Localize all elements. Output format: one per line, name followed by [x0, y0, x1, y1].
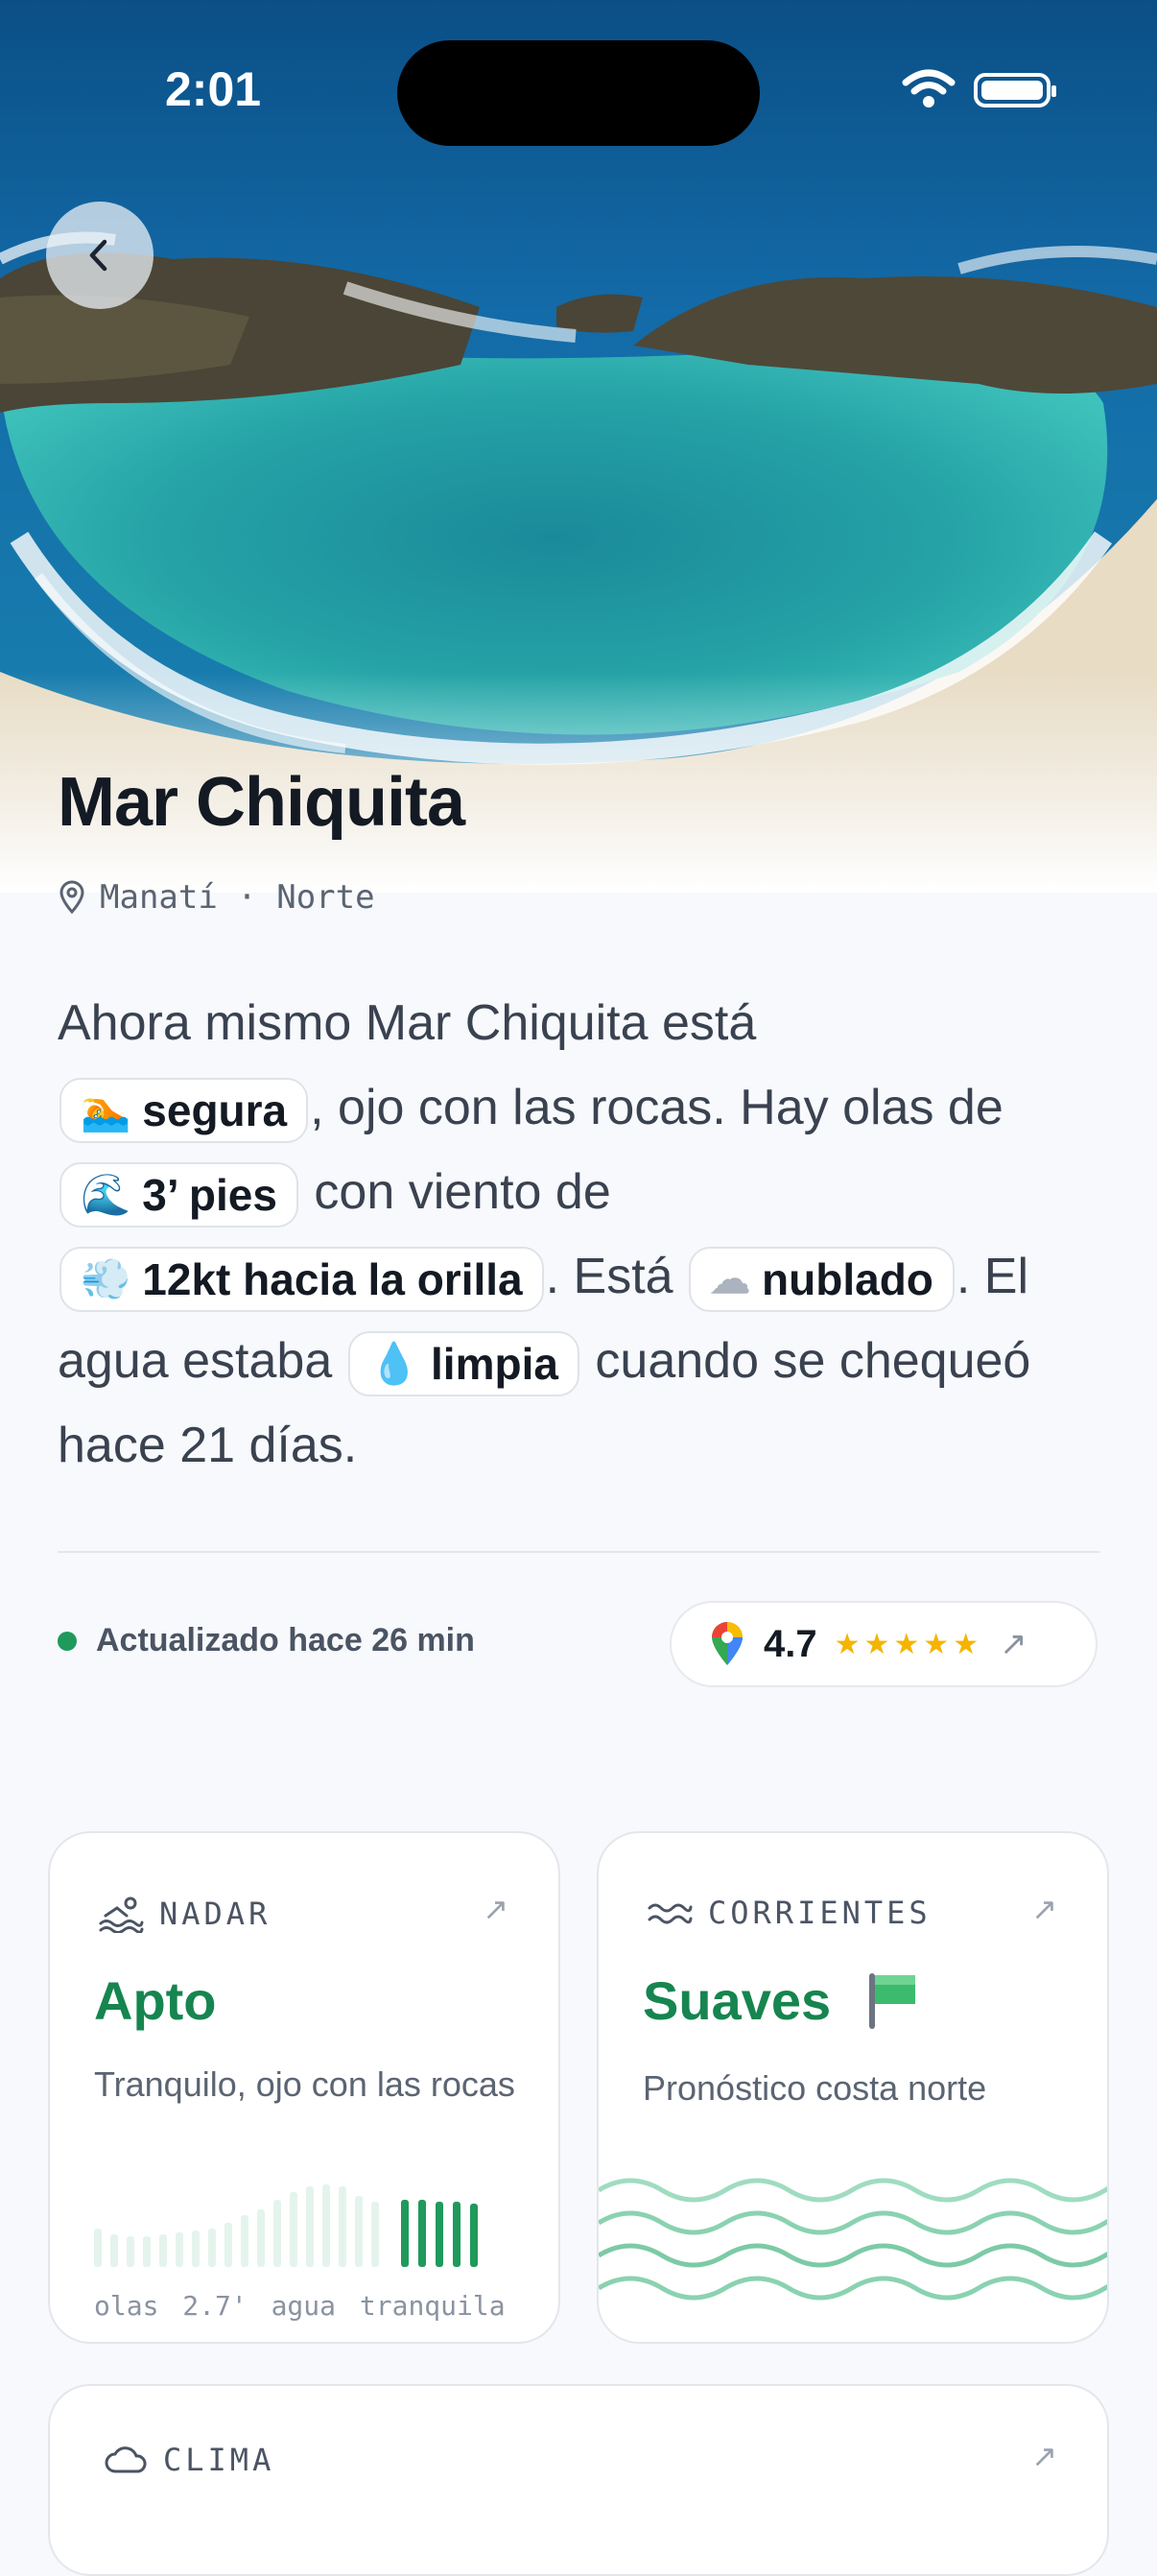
green-flag-icon: [869, 1972, 916, 2029]
divider: [58, 1551, 1099, 1553]
status-bar: 2:01: [0, 40, 1157, 146]
droplet-icon: 💧: [368, 1341, 420, 1387]
currents-status-row: Suaves: [643, 1969, 919, 2032]
swim-card-header: NADAR: [98, 1895, 271, 1933]
chip-waves[interactable]: 🌊 3’ pies: [59, 1162, 298, 1228]
conditions-summary: Ahora mismo Mar Chiquita está 🏊 segura, o…: [58, 981, 1103, 1488]
rating-stars: ★★★★★: [834, 1628, 983, 1660]
wave-icon: 🌊: [81, 1172, 131, 1218]
wave-bars-chart: [94, 2184, 478, 2267]
summary-text: . Está: [545, 1249, 673, 1304]
chip-label: 3’ pies: [142, 1170, 277, 1221]
back-button[interactable]: [46, 202, 153, 309]
summary-text: , ojo con las rocas. Hay olas de: [310, 1080, 1004, 1135]
swim-description: Tranquilo, ojo con las rocas: [94, 2064, 515, 2104]
weather-card-header: CLIMA: [104, 2442, 274, 2478]
rating-value: 4.7: [764, 1622, 817, 1665]
chevron-left-icon: [89, 239, 107, 272]
swimmer-icon: [99, 1896, 144, 1933]
summary-text: con viento de: [314, 1164, 611, 1220]
summary-text: Ahora mismo Mar Chiquita está: [58, 995, 757, 1051]
google-rating-button[interactable]: 4.7 ★★★★★ ↗: [670, 1601, 1098, 1687]
wifi-icon: [902, 69, 956, 107]
map-pin-icon: [59, 880, 84, 915]
chip-label: nublado: [762, 1254, 933, 1305]
card-label: CORRIENTES: [708, 1895, 932, 1931]
beach-title: Mar Chiquita: [58, 764, 465, 841]
google-maps-pin-icon: [712, 1622, 743, 1665]
status-time: 2:01: [165, 62, 262, 116]
chip-label: segura: [142, 1085, 288, 1136]
battery-icon: [974, 73, 1056, 107]
currents-waves-graphic: [599, 2178, 1107, 2301]
status-dot: [58, 1631, 77, 1651]
chip-safe[interactable]: 🏊 segura: [59, 1078, 309, 1144]
currents-status: Suaves: [643, 1970, 832, 2031]
currents-card-header: CORRIENTES: [647, 1895, 932, 1931]
card-label: NADAR: [159, 1896, 272, 1932]
last-updated: Actualizado hace 26 min: [58, 1622, 475, 1659]
weather-card[interactable]: CLIMA ↗: [48, 2384, 1109, 2576]
chip-label: 12kt hacia la orilla: [142, 1254, 523, 1305]
swimmer-icon: 🏊: [81, 1087, 131, 1133]
external-arrow-icon: ↗: [1031, 2439, 1057, 2473]
external-arrow-icon: ↗: [1031, 1892, 1057, 1926]
chip-label: limpia: [431, 1339, 558, 1390]
chip-wind[interactable]: 💨 12kt hacia la orilla: [59, 1247, 544, 1313]
wind-icon: 💨: [81, 1256, 131, 1302]
chip-water[interactable]: 💧 limpia: [347, 1331, 579, 1397]
updated-text: Actualizado hace 26 min: [96, 1622, 475, 1658]
external-arrow-icon: ↗: [483, 1892, 508, 1926]
swim-card-footer: olas 2.7' agua tranquila: [94, 2290, 506, 2322]
currents-description: Pronóstico costa norte: [643, 2068, 987, 2108]
dynamic-island: [397, 40, 760, 146]
footer-water: agua tranquila: [271, 2290, 506, 2322]
cloud-icon: ☁: [710, 1256, 751, 1302]
swim-status: Apto: [94, 1970, 217, 2031]
beach-location: Manatí · Norte: [58, 878, 375, 917]
location-text: Manatí · Norte: [100, 878, 375, 917]
card-label: CLIMA: [163, 2442, 275, 2478]
external-arrow-icon: ↗: [1000, 1626, 1027, 1662]
cloud-icon: [105, 2446, 147, 2473]
chip-sky[interactable]: ☁ nublado: [689, 1247, 955, 1313]
footer-waves: olas 2.7': [94, 2290, 248, 2322]
waves-icon: [648, 1903, 693, 1924]
swim-card[interactable]: NADAR ↗ Apto Tranquilo, ojo con las roca…: [48, 1831, 560, 2344]
currents-card[interactable]: CORRIENTES ↗ Suaves Pronóstico costa nor…: [597, 1831, 1109, 2344]
